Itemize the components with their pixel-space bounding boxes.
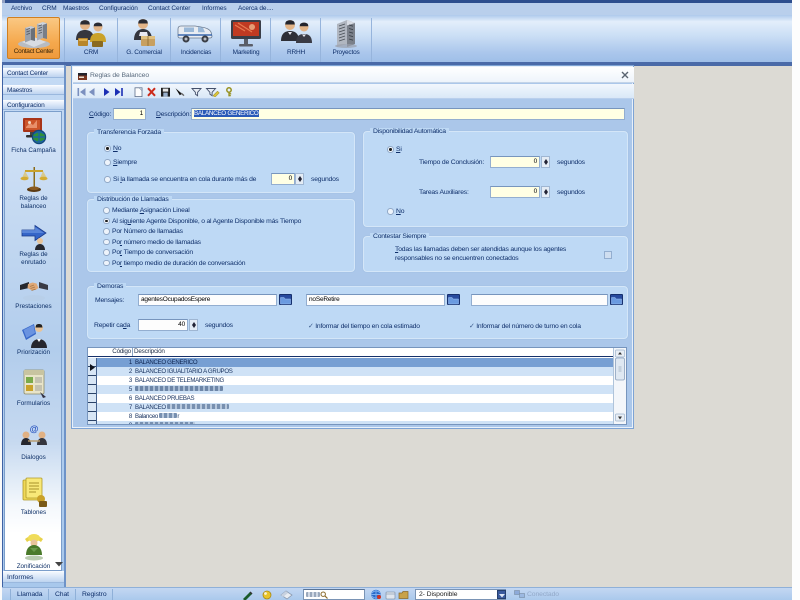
- svg-text:@: @: [29, 424, 38, 434]
